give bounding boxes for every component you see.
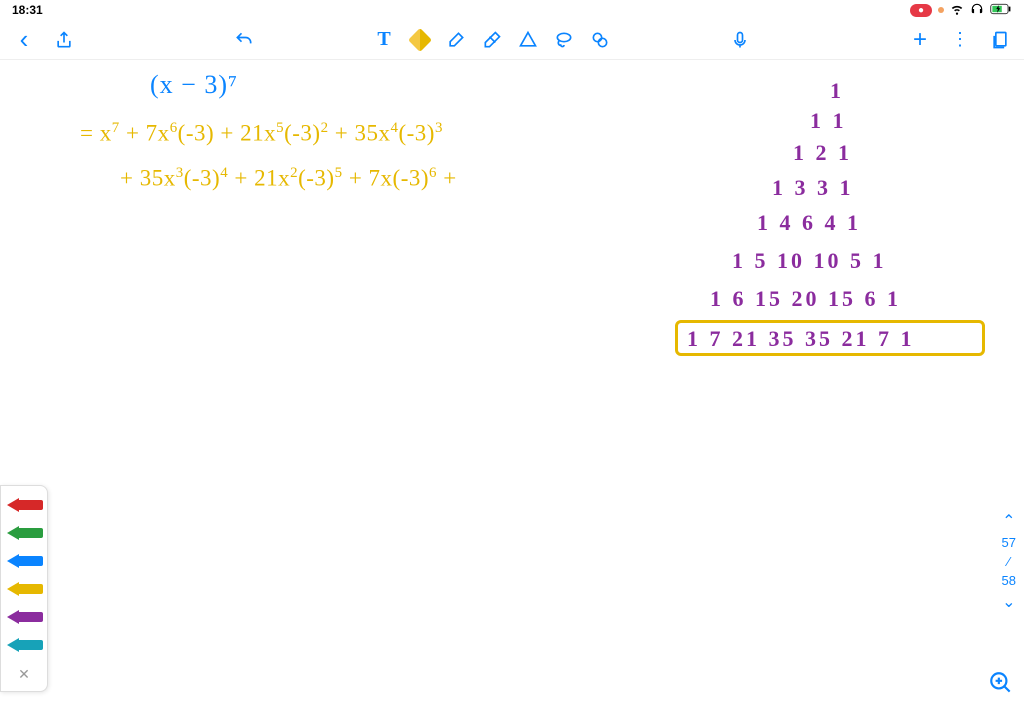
lasso-tool[interactable] (554, 30, 574, 50)
pages-button[interactable] (990, 30, 1010, 50)
status-bar: 18:31 ● (0, 0, 1024, 20)
pen-green[interactable] (5, 522, 43, 544)
share-button[interactable] (54, 30, 74, 50)
page-down-button[interactable]: ⌄ (1002, 592, 1015, 612)
toolbar: ‹ T + ⋮ (0, 20, 1024, 60)
status-dot-icon (938, 7, 944, 13)
pascal-row-0: 1 (830, 78, 844, 104)
headphones-icon (970, 2, 984, 19)
recording-indicator: ● (910, 4, 932, 17)
pascal-row-5: 1 5 10 10 5 1 (732, 248, 887, 274)
pen-blue[interactable] (5, 550, 43, 572)
pen-panel: ✕ (0, 485, 48, 692)
page-total: 58 (1002, 573, 1016, 588)
expansion-line2: + 35x3(-3)4 + 21x2(-3)5 + 7x(-3)6 + (120, 165, 457, 192)
text-tool[interactable]: T (374, 30, 394, 50)
pen-red[interactable] (5, 494, 43, 516)
page-current: 57 (1002, 535, 1016, 550)
mic-button[interactable] (730, 30, 750, 50)
pascal-row-3: 1 3 3 1 (772, 175, 854, 201)
eraser-tool[interactable] (482, 30, 502, 50)
shape-tool[interactable] (518, 30, 538, 50)
back-button[interactable]: ‹ (14, 30, 34, 50)
pen-cyan[interactable] (5, 634, 43, 656)
page-up-button[interactable]: ⌃ (1002, 511, 1015, 531)
status-right: ● (910, 2, 1012, 19)
highlighter-tool[interactable] (446, 30, 466, 50)
pascal-row-2: 1 2 1 (793, 140, 852, 166)
expansion-line1: = x7 + 7x6(-3) + 21x5(-3)2 + 35x4(-3)3 (80, 120, 443, 147)
pascal-row-4: 1 4 6 4 1 (757, 210, 861, 236)
highlight-box (675, 320, 985, 356)
page-sep: ⁄ (1008, 554, 1010, 569)
ruler-tool[interactable] (590, 30, 610, 50)
undo-button[interactable] (234, 30, 254, 50)
pascal-row-1: 1 1 (810, 108, 847, 134)
pen-yellow[interactable] (5, 578, 43, 600)
wifi-icon (950, 2, 964, 19)
expression-title: (x − 3)⁷ (150, 70, 238, 100)
pascal-row-6: 1 6 15 20 15 6 1 (710, 286, 901, 312)
add-button[interactable]: + (910, 30, 930, 50)
status-time: 18:31 (12, 3, 43, 17)
close-panel-icon[interactable]: ✕ (18, 666, 30, 683)
more-button[interactable]: ⋮ (950, 30, 970, 50)
canvas[interactable]: (x − 3)⁷ = x7 + 7x6(-3) + 21x5(-3)2 + 35… (0, 60, 1024, 712)
pen-tool[interactable] (410, 30, 430, 50)
pen-purple[interactable] (5, 606, 43, 628)
battery-icon (990, 3, 1012, 18)
page-navigator: ⌃ 57 ⁄ 58 ⌄ (1002, 511, 1016, 612)
zoom-button[interactable] (988, 670, 1014, 696)
